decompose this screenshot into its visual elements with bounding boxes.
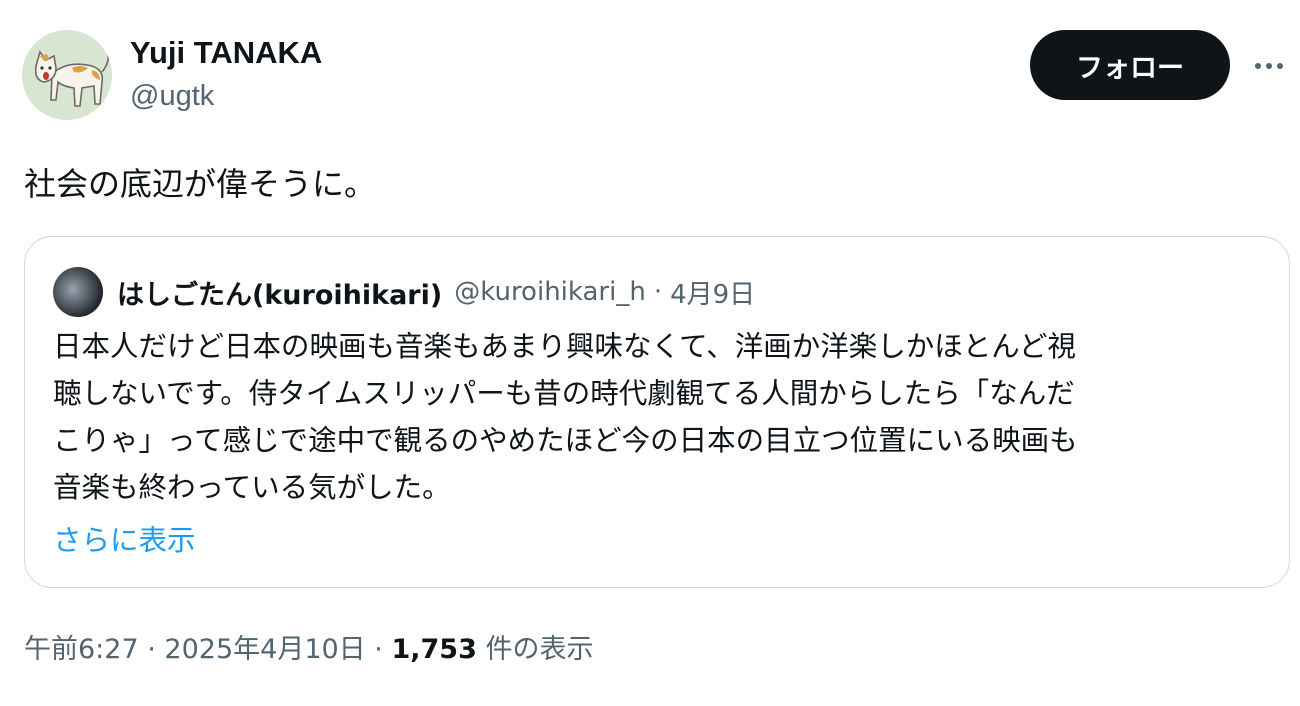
quoted-tweet-card[interactable]: はしごたん(kuroihikari) @kuroihikari_h · 4月9日… [24,236,1290,588]
more-horizontal-icon [1255,63,1283,69]
quoted-date[interactable]: 4月9日 [670,274,755,311]
more-options-button[interactable] [1247,44,1291,88]
quoted-text-line: 日本人だけど日本の映画も音楽もあまり興味なくて、洋画か洋楽しかほとんど視 [53,330,1076,363]
tweet-meta: 午前6:27 · 2025年4月10日 · 1,753 件の表示 [24,628,593,672]
quoted-author-avatar[interactable] [53,267,103,317]
views-label: 件の表示 [485,634,594,665]
quoted-text-line: こりゃ」って感じで途中で観るのやめたほど今の日本の目立つ位置にいる映画も [53,424,1078,457]
quoted-author-name[interactable]: はしごたん(kuroihikari) [117,273,442,312]
quoted-author-handle[interactable]: @kuroihikari_h [454,277,646,307]
quoted-text-line: 音楽も終わっている気がした。 [53,471,451,504]
author-handle[interactable]: @ugtk [130,77,322,115]
quoted-tweet-text: 日本人だけど日本の映画も音楽もあまり興味なくて、洋画か洋楽しかほとんど視 聴しな… [53,323,1273,511]
tweet-text: 社会の底辺が偉そうに。 [24,165,377,203]
author-block: Yuji TANAKA @ugtk [130,34,322,115]
follow-button[interactable]: フォロー [1030,30,1230,100]
tweet-time[interactable]: 午前6:27 [24,634,139,665]
meta-separator: · [374,634,383,665]
show-more-link[interactable]: さらに表示 [53,517,196,564]
author-name[interactable]: Yuji TANAKA [130,34,322,72]
author-avatar[interactable] [22,30,112,120]
quoted-tweet-header: はしごたん(kuroihikari) @kuroihikari_h · 4月9日 [53,267,755,317]
tweet: Yuji TANAKA @ugtk フォロー 社会の底辺が偉そうに。 はしごたん… [0,0,1300,706]
quoted-separator: · [653,277,663,307]
meta-separator: · [147,634,156,665]
cat-avatar-icon [22,30,112,120]
views-count: 1,753 [391,634,477,665]
quoted-text-line: 聴しないです。侍タイムスリッパーも昔の時代劇観てる人間からしたら「なんだ [53,377,1075,410]
tweet-date[interactable]: 2025年4月10日 [164,634,365,665]
